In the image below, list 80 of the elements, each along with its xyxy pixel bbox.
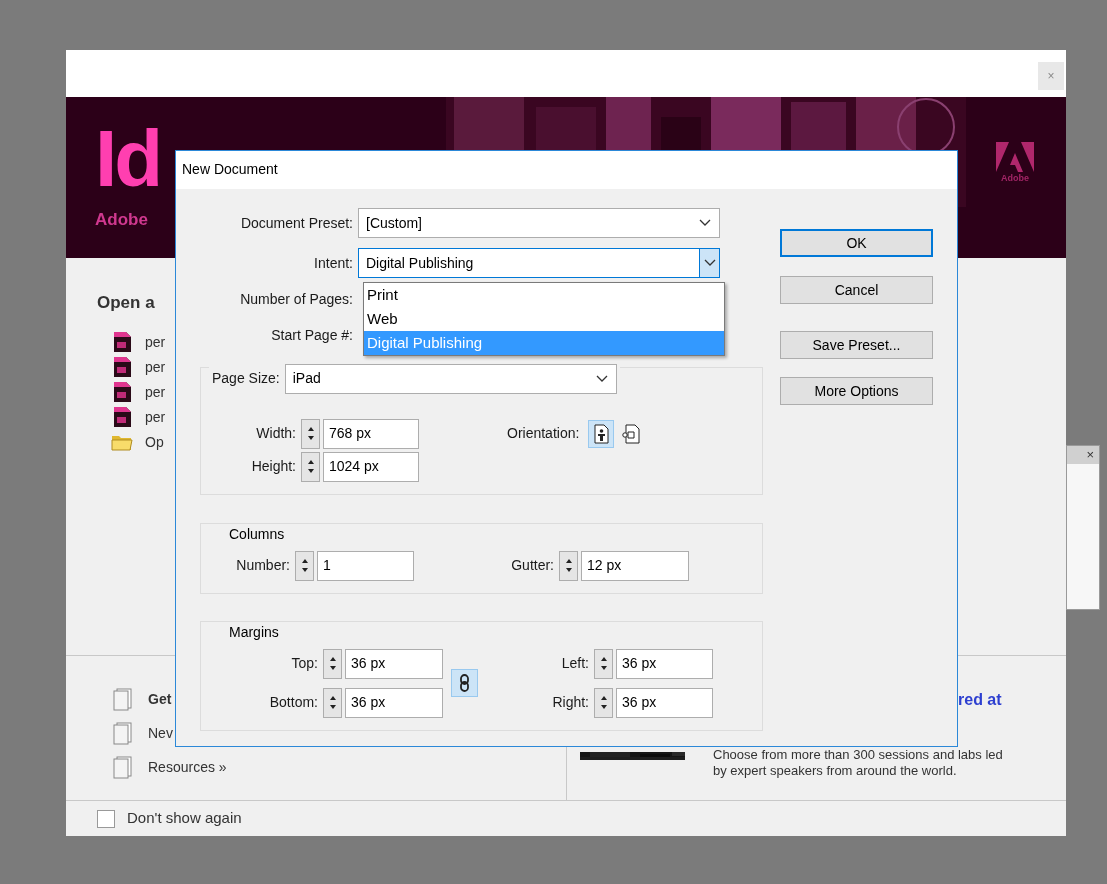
dropdown-arrow-button[interactable] [699,249,719,277]
portrait-icon[interactable] [588,419,615,448]
input-field[interactable]: 768 px [323,418,419,449]
spin-button[interactable] [323,648,342,679]
dialog-button[interactable]: Cancel [780,276,933,304]
document-icon [113,687,132,711]
file-name[interactable]: per [145,356,166,378]
field-label: Number: [235,556,291,575]
dialog-button[interactable]: OK [780,229,933,257]
up-down-arrows-icon [300,559,309,572]
dialog-button[interactable]: Save Preset... [780,331,933,359]
field-label: Document Preset: [239,213,354,233]
field-label: Gutter: [510,556,555,575]
field-label: Orientation: [507,424,581,443]
file-icon [111,355,133,379]
file-icon [111,405,133,429]
file-icon [111,330,133,354]
file-name[interactable]: Op [145,431,164,453]
input-field[interactable]: 1 [317,550,414,581]
group-title: Columns [228,524,286,544]
file-name[interactable]: per [145,381,166,403]
logo-caption: Adobe [1001,172,1029,185]
chevron-down-icon [699,219,711,227]
document-icon [113,721,132,745]
up-down-arrows-icon [328,696,337,709]
input-field[interactable]: 36 px [345,648,443,679]
field-label: Height: [250,457,297,476]
up-down-arrows-icon [306,427,315,440]
dropdown[interactable]: [Custom] [358,208,720,238]
field-label: Start Page #: [270,325,354,345]
field-label: Intent: [313,253,354,273]
input-field[interactable]: 36 px [345,687,443,718]
chevron-down-icon [595,374,608,383]
up-down-arrows-icon [599,657,608,670]
dropdown[interactable]: iPad [284,363,617,394]
spin-button[interactable] [594,648,613,679]
spin-button[interactable] [323,687,342,718]
up-down-arrows-icon [599,696,608,709]
chevron-down-icon [703,259,716,267]
document-icon [113,755,132,779]
spin-button[interactable] [301,418,320,449]
file-name[interactable]: per [145,331,166,353]
dropdown-option[interactable]: Print [364,283,724,307]
up-down-arrows-icon [328,657,337,670]
brand-name: Adobe [95,209,148,231]
dropdown-option[interactable]: Web [364,307,724,331]
checkbox[interactable] [97,809,115,828]
spin-button[interactable] [301,451,320,482]
spin-button[interactable] [559,550,578,581]
input-field[interactable]: 1024 px [323,451,419,482]
link-icon[interactable] [451,669,478,697]
logo-icon [996,142,1034,172]
app-logo: Id [95,119,161,199]
dialog-button[interactable]: More Options [780,377,933,405]
field-label: Left: [560,654,590,673]
spin-button[interactable] [594,687,613,718]
section-heading: Open a [97,292,155,314]
checkbox-label: Don't show again [127,808,242,829]
input-field[interactable]: 36 px [616,648,713,679]
field-label: Number of Pages: [239,289,354,309]
field-label: Bottom: [268,693,319,712]
link[interactable]: Resources » [148,756,227,778]
input-field[interactable]: 12 px [581,550,689,581]
field-label: Top: [290,654,319,673]
link[interactable]: Nev [148,722,173,744]
field-label: Right: [551,693,590,712]
up-down-arrows-icon [564,559,573,572]
promo-headline[interactable]: red at [958,688,1013,712]
dropdown[interactable]: Digital Publishing [358,248,720,278]
input-field[interactable]: 36 px [616,687,713,718]
link[interactable]: Get [148,688,172,710]
group-title: Margins [228,622,280,642]
file-name[interactable]: per [145,406,166,428]
field-label: Page Size: [212,369,281,388]
promo-description: Choose from more than 300 sessions and labs led by expert speakers from around the world. [713,747,1004,780]
dialog-title: New Document [182,161,278,177]
field-label: Width: [255,424,297,443]
file-icon [111,380,133,404]
spin-button[interactable] [295,550,314,581]
up-down-arrows-icon [306,460,315,473]
